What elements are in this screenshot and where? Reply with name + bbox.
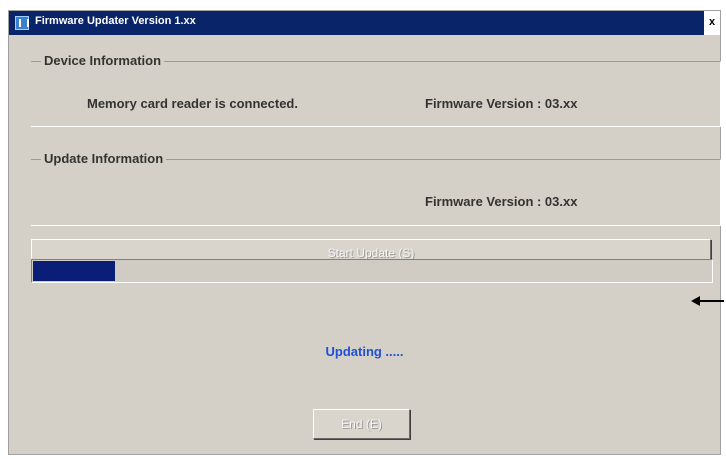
progress-bar-fill [33,261,115,281]
updating-status-text: Updating ..... [325,344,404,359]
device-information-heading: Device Information [41,53,165,68]
firmware-updater-window: Firmware Updater Version 1.xx x Device I… [8,10,721,455]
title-bar[interactable]: Firmware Updater Version 1.xx x [9,11,720,35]
device-firmware-version: Firmware Version : 03.xx [425,96,578,111]
window-title: Firmware Updater Version 1.xx [35,15,196,27]
update-information-heading: Update Information [41,151,167,166]
app-icon [15,16,29,30]
close-icon[interactable]: x [704,11,720,35]
end-button[interactable]: End (E) [313,409,410,439]
update-firmware-version: Firmware Version : 03.xx [425,194,578,209]
device-status-text: Memory card reader is connected. [87,96,298,111]
progress-bar [31,259,713,283]
pointer-arrow-icon [691,296,724,306]
device-information-group: Device Information [31,53,721,127]
update-information-group: Update Information [31,151,721,226]
